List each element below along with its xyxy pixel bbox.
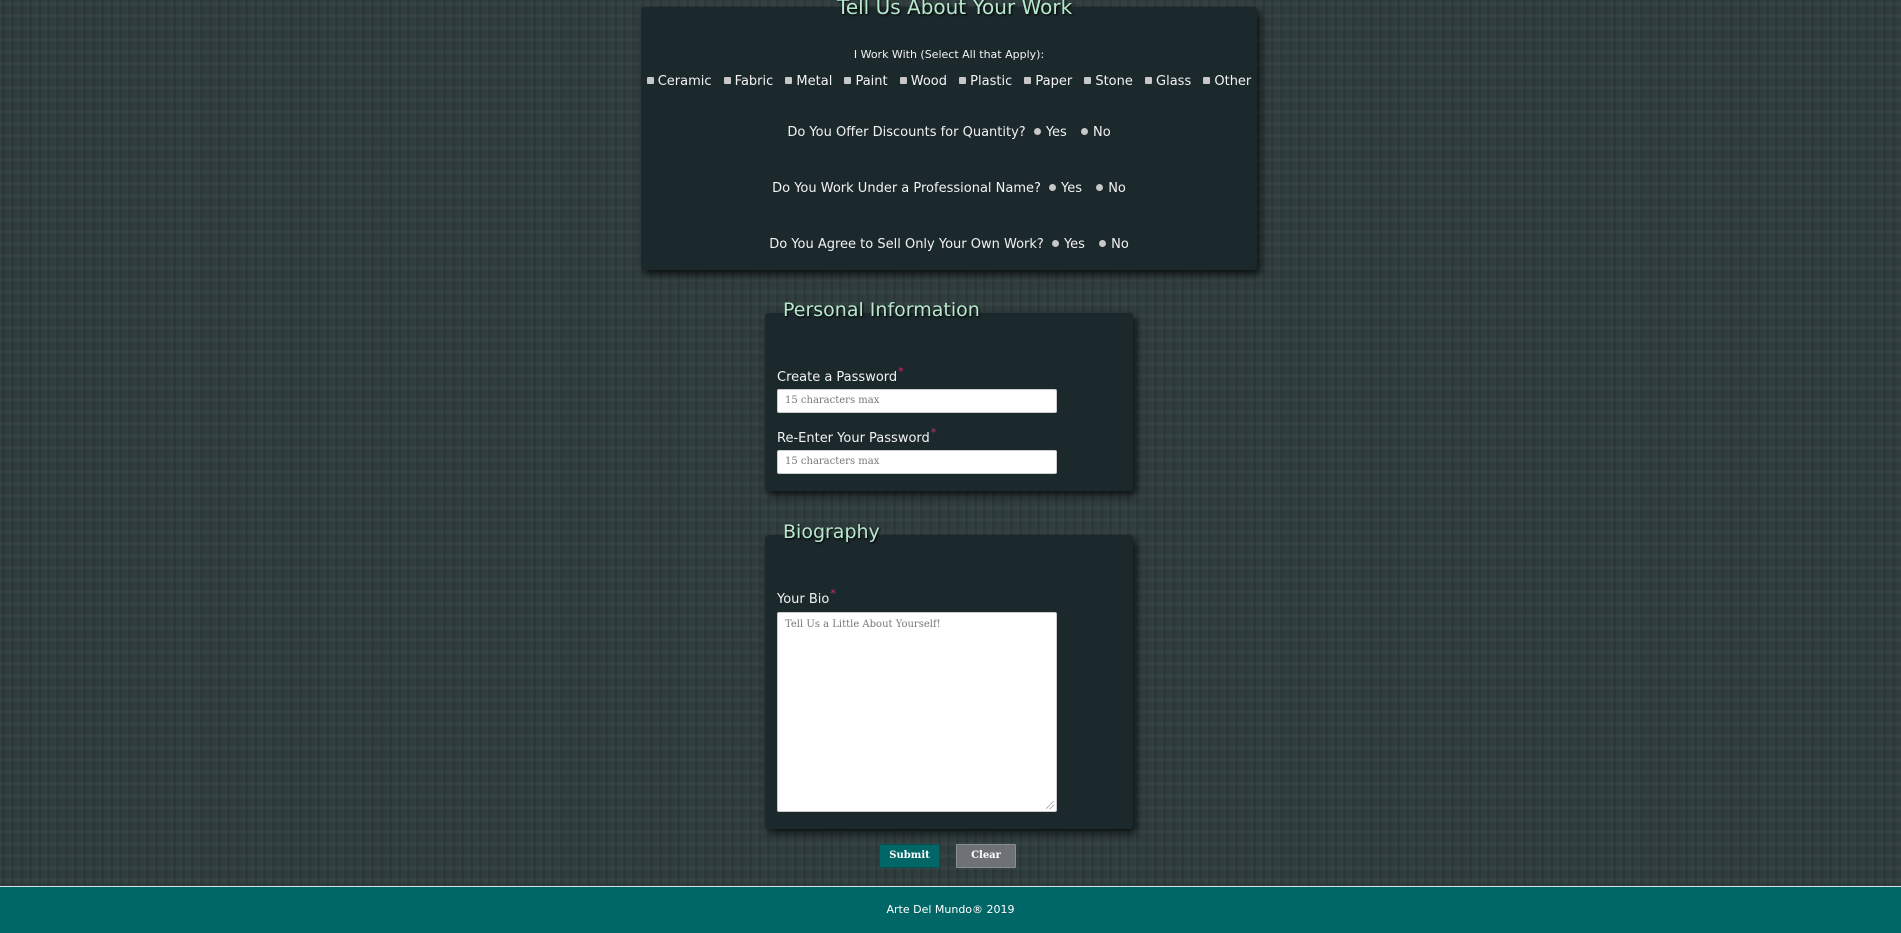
question-discounts: Do You Offer Discounts for Quantity? Yes… — [641, 125, 1257, 140]
personal-section-title: Personal Information — [783, 299, 980, 321]
checkbox-label: Stone — [1095, 74, 1133, 89]
checkbox-label: Glass — [1156, 74, 1192, 89]
checkbox-label: Wood — [910, 74, 948, 89]
checkbox-glass[interactable]: Glass — [1145, 74, 1191, 89]
materials-checkbox-group: Ceramic Fabric Metal Paint Wood Plastic … — [641, 74, 1257, 89]
question-label: Do You Agree to Sell Only Your Own Work? — [769, 237, 1044, 252]
clear-button[interactable]: Clear — [956, 844, 1016, 868]
reenter-password-label: Re-Enter Your Password* — [777, 426, 936, 446]
radio-discounts-yes[interactable] — [1033, 128, 1041, 135]
required-marker: * — [898, 365, 904, 378]
footer-copyright: Arte Del Mundo® 2019 — [886, 903, 1015, 916]
question-label: Do You Work Under a Professional Name? — [772, 181, 1041, 196]
checkbox-label: Ceramic — [657, 74, 712, 89]
required-marker: * — [830, 587, 836, 600]
checkbox-box[interactable] — [1024, 77, 1032, 84]
site-footer: Arte Del Mundo® 2019 — [0, 886, 1901, 933]
checkbox-box[interactable] — [646, 77, 654, 84]
checkbox-plastic[interactable]: Plastic — [959, 74, 1012, 89]
checkbox-fabric[interactable]: Fabric — [723, 74, 774, 89]
work-fieldset: Tell Us About Your Work I Work With (Sel… — [641, 0, 1257, 270]
checkbox-box[interactable] — [844, 77, 852, 84]
question-own-work: Do You Agree to Sell Only Your Own Work?… — [641, 237, 1257, 252]
bio-label-text: Your Bio — [777, 592, 830, 607]
checkbox-box[interactable] — [1145, 77, 1153, 84]
reenter-password-input[interactable]: 15 characters max — [777, 450, 1057, 474]
radio-label-no: No — [1092, 125, 1111, 140]
checkbox-box[interactable] — [1203, 77, 1211, 84]
checkbox-ceramic[interactable]: Ceramic — [646, 74, 712, 89]
checkbox-paint[interactable]: Paint — [844, 74, 888, 89]
checkbox-box[interactable] — [723, 77, 731, 84]
bio-placeholder: Tell Us a Little About Yourself! — [785, 619, 941, 630]
biography-section-title: Biography — [783, 521, 880, 543]
biography-fieldset: Biography Your Bio* Tell Us a Little Abo… — [765, 521, 1133, 829]
radio-label-no: No — [1111, 237, 1129, 252]
checkbox-stone[interactable]: Stone — [1084, 74, 1133, 89]
radio-label-yes: Yes — [1061, 181, 1083, 196]
work-section-title: Tell Us About Your Work — [837, 0, 1073, 19]
reenter-password-label-text: Re-Enter Your Password — [777, 431, 930, 446]
checkbox-box[interactable] — [1084, 77, 1092, 84]
radio-professional-yes[interactable] — [1049, 184, 1057, 191]
radio-label-yes: Yes — [1045, 125, 1067, 140]
bio-textarea[interactable]: Tell Us a Little About Yourself! — [777, 612, 1057, 812]
checkbox-label: Other — [1214, 74, 1252, 89]
checkbox-label: Paint — [855, 74, 888, 89]
personal-info-fieldset: Personal Information Create a Password* … — [765, 299, 1133, 491]
checkbox-box[interactable] — [899, 77, 907, 84]
radio-own-work-no[interactable] — [1099, 240, 1107, 247]
password-input[interactable]: 15 characters max — [777, 389, 1057, 413]
radio-professional-no[interactable] — [1096, 184, 1104, 191]
checkbox-box[interactable] — [959, 77, 967, 84]
required-marker: * — [930, 426, 937, 439]
checkbox-label: Paper — [1035, 74, 1073, 89]
checkbox-other[interactable]: Other — [1203, 74, 1251, 89]
radio-label-yes: Yes — [1063, 237, 1085, 252]
submit-button[interactable]: Submit — [879, 844, 940, 868]
radio-label-no: No — [1108, 181, 1126, 196]
bio-label: Your Bio* — [777, 587, 836, 607]
question-professional-name: Do You Work Under a Professional Name? Y… — [641, 181, 1257, 196]
checkbox-label: Plastic — [970, 74, 1013, 89]
checkbox-wood[interactable]: Wood — [899, 74, 948, 89]
checkbox-label: Metal — [796, 74, 833, 89]
password-label: Create a Password* — [777, 365, 904, 385]
checkbox-paper[interactable]: Paper — [1024, 74, 1072, 89]
resize-handle-icon[interactable] — [1046, 801, 1054, 809]
checkbox-label: Fabric — [734, 74, 774, 89]
password-label-text: Create a Password — [777, 370, 898, 385]
checkbox-metal[interactable]: Metal — [785, 74, 832, 89]
radio-own-work-yes[interactable] — [1051, 240, 1059, 247]
checkbox-box[interactable] — [785, 77, 793, 84]
question-label: Do You Offer Discounts for Quantity? — [787, 125, 1026, 140]
password-placeholder: 15 characters max — [785, 395, 880, 406]
reenter-password-placeholder: 15 characters max — [785, 456, 880, 467]
materials-label: I Work With (Select All that Apply): — [853, 48, 1045, 61]
radio-discounts-no[interactable] — [1080, 128, 1088, 135]
